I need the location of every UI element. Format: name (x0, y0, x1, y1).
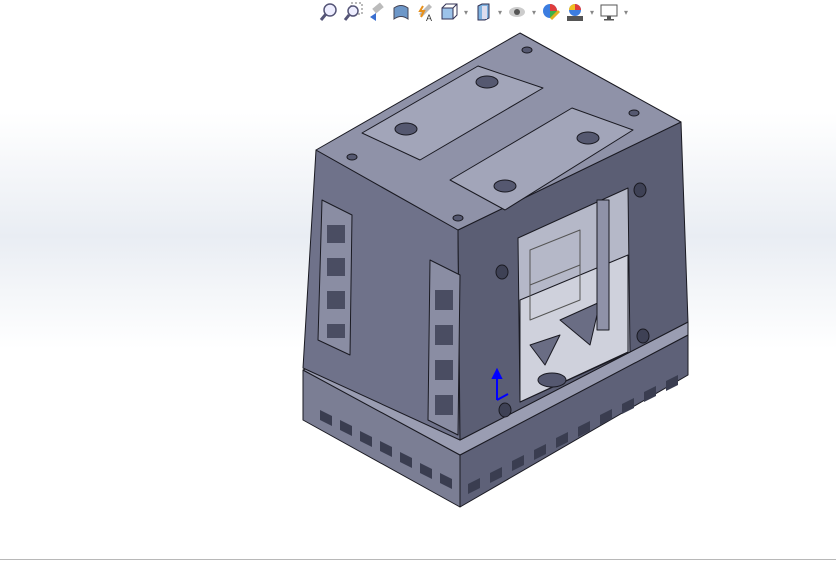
graphics-area[interactable] (0, 0, 836, 563)
viewport-bottom-border (0, 559, 836, 560)
model-frame[interactable] (302, 32, 689, 508)
